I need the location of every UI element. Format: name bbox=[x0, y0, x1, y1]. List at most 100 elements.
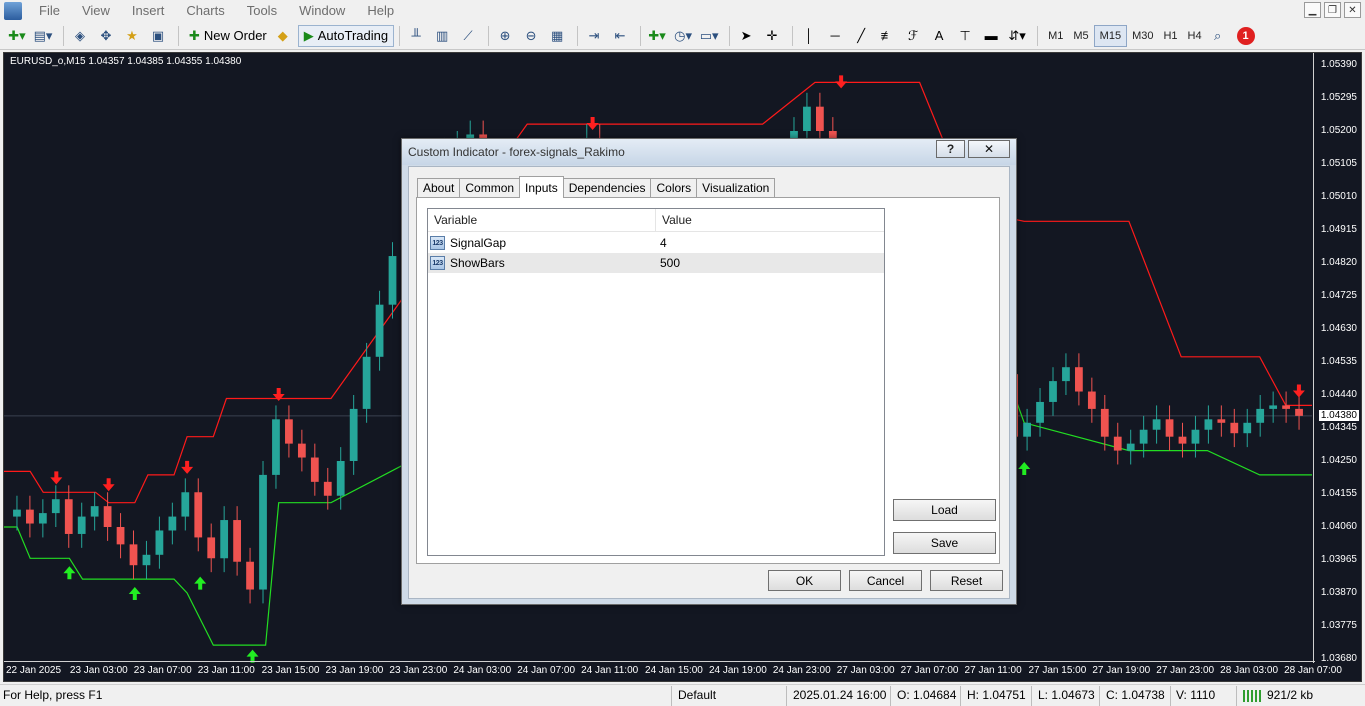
candle-body bbox=[194, 492, 203, 538]
ok-button[interactable]: OK bbox=[768, 570, 841, 591]
new-order-button[interactable]: ✚ New Order bbox=[184, 25, 272, 47]
column-header-value[interactable]: Value bbox=[656, 209, 884, 232]
column-header-variable[interactable]: Variable bbox=[428, 209, 656, 232]
rectangle-icon[interactable]: ▬ bbox=[980, 25, 1002, 47]
autotrading-button[interactable]: ▶ AutoTrading bbox=[297, 24, 395, 47]
bar-chart-icon[interactable]: ╨ bbox=[405, 25, 427, 47]
channel-icon[interactable]: ≢ bbox=[876, 25, 898, 47]
time-tick-label: 24 Jan 11:00 bbox=[581, 665, 639, 676]
horizontal-line-icon[interactable]: ─ bbox=[824, 25, 846, 47]
trendline-icon[interactable]: ╱ bbox=[850, 25, 872, 47]
chart-shift-icon[interactable]: ⇤ bbox=[609, 25, 631, 47]
variable-value[interactable]: 4 bbox=[660, 236, 667, 250]
toolbar-divider bbox=[1037, 25, 1039, 46]
close-button[interactable]: ✕ bbox=[968, 140, 1010, 158]
current-price-label: 1.04380 bbox=[1318, 409, 1359, 421]
crosshair-icon[interactable]: ✛ bbox=[761, 25, 783, 47]
dialog-titlebar[interactable]: Custom Indicator - forex-signals_Rakimo … bbox=[402, 139, 1016, 165]
periods-icon[interactable]: ◷▾ bbox=[672, 25, 694, 47]
load-button[interactable]: Load bbox=[893, 499, 996, 521]
fibonacci-icon[interactable]: ℱ bbox=[902, 25, 924, 47]
templates-icon[interactable]: ▭▾ bbox=[698, 25, 720, 47]
menu-help[interactable]: Help bbox=[356, 0, 405, 22]
timeframe-m1-button[interactable]: M1 bbox=[1043, 25, 1068, 47]
data-window-icon[interactable]: ✥ bbox=[95, 25, 117, 47]
autoscroll-icon[interactable]: ⇥ bbox=[583, 25, 605, 47]
text-icon[interactable]: A bbox=[928, 25, 950, 47]
tab-about[interactable]: About bbox=[417, 178, 461, 198]
candlestick-icon[interactable]: ▥ bbox=[431, 25, 453, 47]
time-tick-label: 23 Jan 19:00 bbox=[325, 665, 384, 676]
indicators-icon[interactable]: ✚▾ bbox=[646, 25, 668, 47]
timeframe-m15-button[interactable]: M15 bbox=[1093, 24, 1128, 47]
reset-button[interactable]: Reset bbox=[930, 570, 1003, 591]
menu-window[interactable]: Window bbox=[288, 0, 356, 22]
table-row[interactable]: 123 ShowBars 500 bbox=[428, 253, 884, 273]
minimize-icon[interactable]: ▁ bbox=[1304, 2, 1321, 18]
new-chart-icon[interactable]: ✚▾ bbox=[6, 25, 28, 47]
candle-body bbox=[77, 516, 86, 534]
search-icon[interactable]: ⌕ bbox=[1207, 25, 1229, 47]
time-tick-label: 23 Jan 07:00 bbox=[133, 665, 192, 676]
tab-common[interactable]: Common bbox=[459, 178, 521, 198]
line-chart-icon[interactable]: ⟋ bbox=[457, 25, 479, 47]
menu-file[interactable]: File bbox=[28, 0, 71, 22]
candle-body bbox=[285, 419, 293, 444]
candle-body bbox=[1126, 443, 1135, 451]
restore-icon[interactable]: ❐ bbox=[1324, 2, 1341, 18]
timeframe-m30-button[interactable]: M30 bbox=[1127, 25, 1158, 47]
close-window-icon[interactable]: ✕ bbox=[1344, 2, 1361, 18]
cancel-button[interactable]: Cancel bbox=[849, 570, 922, 591]
navigator-icon[interactable]: ★ bbox=[121, 25, 143, 47]
zoom-in-icon[interactable]: ⊕ bbox=[494, 25, 516, 47]
tile-windows-icon[interactable]: ▦ bbox=[546, 25, 568, 47]
variable-value[interactable]: 500 bbox=[660, 256, 680, 270]
price-tick-label: 1.05295 bbox=[1320, 92, 1357, 103]
candle-body bbox=[388, 256, 397, 305]
save-button[interactable]: Save bbox=[893, 532, 996, 554]
sell-signal-arrow bbox=[50, 471, 63, 485]
market-watch-icon[interactable]: ◈ bbox=[69, 25, 91, 47]
candle-body bbox=[116, 527, 125, 545]
notification-badge[interactable]: 1 bbox=[1236, 26, 1255, 45]
vertical-line-icon[interactable]: │ bbox=[798, 25, 820, 47]
custom-indicator-dialog: Custom Indicator - forex-signals_Rakimo … bbox=[401, 138, 1017, 605]
help-button[interactable]: ? bbox=[936, 140, 965, 158]
timeframe-m5-button[interactable]: M5 bbox=[1068, 25, 1093, 47]
candle-body bbox=[375, 304, 384, 357]
buy-signal-arrow bbox=[1018, 462, 1031, 475]
candle-body bbox=[1230, 422, 1239, 434]
time-tick-label: 27 Jan 23:00 bbox=[1156, 665, 1215, 676]
tab-visualization[interactable]: Visualization bbox=[696, 178, 776, 198]
dialog-title: Custom Indicator - forex-signals_Rakimo bbox=[408, 145, 625, 159]
profiles-icon[interactable]: ▤▾ bbox=[32, 25, 54, 47]
menu-tools[interactable]: Tools bbox=[236, 0, 288, 22]
candle-body bbox=[1062, 367, 1070, 382]
tab-colors[interactable]: Colors bbox=[650, 178, 698, 198]
table-row[interactable]: 123 SignalGap 4 bbox=[428, 233, 884, 253]
buy-signal-arrow bbox=[128, 587, 141, 601]
price-tick-label: 1.03775 bbox=[1320, 620, 1357, 631]
terminal-icon[interactable]: ▣ bbox=[147, 25, 169, 47]
text-label-icon[interactable]: ⊤ bbox=[954, 25, 976, 47]
time-axis: 22 Jan 2025 23 Jan 03:00 23 Jan 07:00 23 Ja… bbox=[4, 661, 1342, 681]
status-close: C: 1.04738 bbox=[1106, 688, 1165, 702]
menu-view[interactable]: View bbox=[71, 0, 121, 22]
timeframe-h1-button[interactable]: H1 bbox=[1158, 25, 1182, 47]
timeframe-h4-button[interactable]: H4 bbox=[1183, 25, 1207, 47]
menu-charts[interactable]: Charts bbox=[175, 0, 235, 22]
meta-editor-icon[interactable]: ◆ bbox=[272, 25, 294, 47]
zoom-out-icon[interactable]: ⊖ bbox=[520, 25, 542, 47]
tab-inputs[interactable]: Inputs bbox=[519, 176, 564, 198]
candle-body bbox=[1100, 408, 1109, 437]
menu-bar: File View Insert Charts Tools Window Hel… bbox=[0, 0, 1365, 22]
candle-body bbox=[51, 499, 60, 514]
arrows-icon[interactable]: ⇵▾ bbox=[1006, 25, 1028, 47]
toolbar-divider bbox=[488, 25, 490, 46]
menu-insert[interactable]: Insert bbox=[121, 0, 176, 22]
cursor-icon[interactable]: ➤ bbox=[735, 25, 757, 47]
toolbar-divider bbox=[577, 25, 579, 46]
tab-dependencies[interactable]: Dependencies bbox=[562, 178, 652, 198]
time-tick-label: 23 Jan 23:00 bbox=[389, 665, 448, 676]
time-tick-label: 27 Jan 03:00 bbox=[836, 665, 895, 676]
